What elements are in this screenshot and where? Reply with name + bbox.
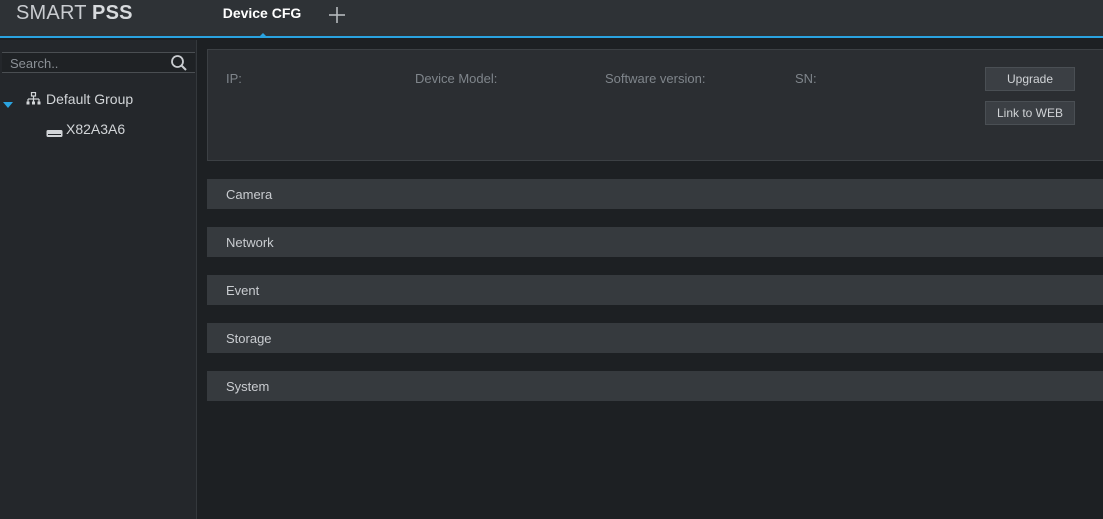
section-storage-label: Storage	[226, 331, 272, 346]
device-group-icon	[26, 91, 41, 111]
app-window: SMART PSS Device CFG Search.. Default Gr…	[0, 0, 1103, 519]
device-tree-sidebar: Default Group X82A3A6	[0, 40, 197, 519]
search-input[interactable]	[10, 54, 160, 72]
device-info-panel: IP: Device Model: Software version: SN: …	[207, 49, 1103, 161]
expand-triangle-icon[interactable]	[3, 96, 13, 114]
tab-device-cfg-label: Device CFG	[222, 5, 302, 21]
tree-device-label: X82A3A6	[66, 121, 126, 137]
section-system[interactable]: System	[207, 371, 1103, 401]
logo-text-smart: SMART	[16, 2, 93, 24]
logo-text-pss: PSS	[92, 2, 133, 24]
app-logo: SMART PSS	[16, 2, 133, 25]
upgrade-button[interactable]: Upgrade	[985, 67, 1075, 91]
link-to-web-button[interactable]: Link to WEB	[985, 101, 1075, 125]
tree-group-label: Default Group	[46, 91, 134, 107]
top-bar: SMART PSS Device CFG	[0, 0, 1103, 38]
section-network[interactable]: Network	[207, 227, 1103, 257]
active-tab-indicator	[258, 33, 268, 38]
software-version-label: Software version:	[605, 71, 706, 86]
plus-icon[interactable]	[326, 4, 348, 26]
section-system-label: System	[226, 379, 270, 394]
section-event-label: Event	[226, 283, 260, 298]
section-camera-label: Camera	[226, 187, 273, 202]
section-storage[interactable]: Storage	[207, 323, 1103, 353]
tree-node-device[interactable]: X82A3A6	[0, 118, 197, 140]
section-event[interactable]: Event	[207, 275, 1103, 305]
ip-label: IP:	[226, 71, 242, 86]
device-model-label: Device Model:	[415, 71, 498, 86]
sn-label: SN:	[795, 71, 817, 86]
section-camera[interactable]: Camera	[207, 179, 1103, 209]
search-box	[2, 52, 195, 73]
search-icon[interactable]	[170, 54, 188, 72]
tab-device-cfg[interactable]: Device CFG	[216, 0, 308, 38]
tree-node-default-group[interactable]: Default Group	[0, 88, 197, 110]
dvr-device-icon	[46, 125, 63, 143]
section-network-label: Network	[226, 235, 274, 250]
